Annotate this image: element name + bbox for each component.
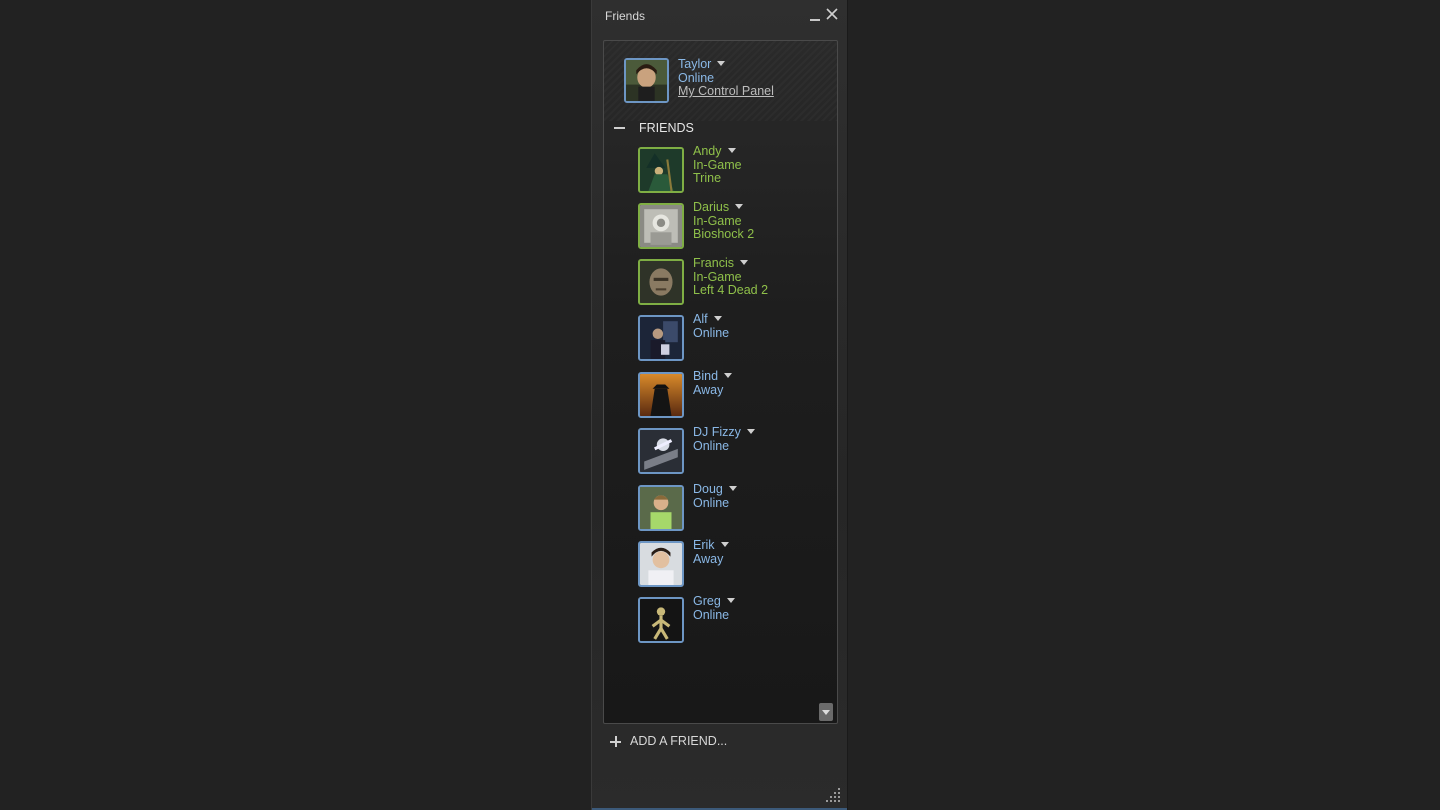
chevron-down-icon[interactable] <box>727 148 736 153</box>
friend-text: Darius In-Game Bioshock 2 <box>693 200 755 242</box>
chevron-down-icon[interactable] <box>717 61 726 66</box>
avatar[interactable] <box>638 428 684 474</box>
avatar[interactable] <box>638 485 684 531</box>
chevron-down-icon[interactable] <box>724 373 733 378</box>
friend-text: Andy In-Game Trine <box>693 144 742 186</box>
avatar[interactable] <box>638 203 684 249</box>
plus-icon <box>610 736 621 747</box>
friend-dj-fizzy[interactable]: DJ Fizzy Online <box>638 425 828 474</box>
friend-status: Online <box>693 495 730 510</box>
resize-grip-icon[interactable] <box>826 788 842 804</box>
collapse-icon[interactable] <box>614 127 625 129</box>
friends-group-header[interactable]: FRIENDS <box>614 121 824 135</box>
friend-doug[interactable]: Doug Online <box>638 482 828 531</box>
friend-name: Doug <box>693 482 723 496</box>
friend-name-row: Alf <box>693 312 729 327</box>
friend-text: Francis In-Game Left 4 Dead 2 <box>693 256 769 298</box>
friend-text: Greg Online <box>693 594 735 622</box>
friend-andy[interactable]: Andy In-Game Trine <box>638 144 828 193</box>
avatar[interactable] <box>638 541 684 587</box>
friend-name-row: Doug <box>693 482 737 497</box>
friend-status: Online <box>693 325 730 340</box>
friend-name: Bind <box>693 369 719 383</box>
friend-game: Left 4 Dead 2 <box>693 283 769 297</box>
friend-name-row: Erik <box>693 538 729 553</box>
friend-status: Online <box>693 607 730 622</box>
my-control-panel-link[interactable]: My Control Panel <box>678 84 837 99</box>
chevron-down-icon[interactable] <box>735 204 744 209</box>
my-name: Taylor <box>678 57 712 71</box>
friend-bind[interactable]: Bind Away <box>638 369 828 418</box>
group-label: FRIENDS <box>639 121 694 135</box>
friend-name: Erik <box>693 538 715 552</box>
avatar[interactable] <box>638 259 684 305</box>
friends-list-panel: Taylor Online My Control Panel FRIENDS A… <box>603 40 838 724</box>
friend-name: Greg <box>693 594 721 608</box>
friend-text: Doug Online <box>693 482 737 510</box>
chevron-down-icon[interactable] <box>728 486 737 491</box>
friend-francis[interactable]: Francis In-Game Left 4 Dead 2 <box>638 256 828 305</box>
chevron-down-icon[interactable] <box>746 429 755 434</box>
title-bar[interactable]: Friends <box>592 0 847 36</box>
my-profile-text: Taylor Online My Control Panel <box>678 57 837 99</box>
scroll-down-button[interactable] <box>819 703 833 721</box>
friend-name-row: Darius <box>693 200 754 215</box>
avatar[interactable] <box>638 147 684 193</box>
minimize-icon[interactable] <box>807 6 823 22</box>
close-icon[interactable] <box>824 6 840 22</box>
friend-alf[interactable]: Alf Online <box>638 312 828 361</box>
friend-status: Away <box>693 382 724 397</box>
chevron-down-icon[interactable] <box>713 316 722 321</box>
friend-status: In-Game <box>693 157 742 172</box>
avatar[interactable] <box>638 315 684 361</box>
friend-name-row: DJ Fizzy <box>693 425 755 440</box>
my-name-row[interactable]: Taylor <box>678 57 837 72</box>
window-title: Friends <box>605 9 646 23</box>
friend-erik[interactable]: Erik Away <box>638 538 828 587</box>
friend-text: Alf Online <box>693 312 730 340</box>
friends-window: Friends Taylor Online My Control Panel F… <box>591 0 848 810</box>
avatar[interactable] <box>638 597 684 643</box>
friend-name: Andy <box>693 144 722 158</box>
friend-darius[interactable]: Darius In-Game Bioshock 2 <box>638 200 828 249</box>
friend-status: Away <box>693 551 724 566</box>
friend-name-row: Andy <box>693 144 742 159</box>
avatar[interactable] <box>638 372 684 418</box>
my-avatar[interactable] <box>624 58 669 103</box>
friend-game: Trine <box>693 171 722 185</box>
friend-name-row: Bind <box>693 369 733 384</box>
friend-text: DJ Fizzy Online <box>693 425 755 453</box>
friend-name: DJ Fizzy <box>693 425 741 439</box>
chevron-down-icon[interactable] <box>739 260 748 265</box>
friend-status: Online <box>693 438 730 453</box>
friend-greg[interactable]: Greg Online <box>638 594 828 643</box>
friend-text: Bind Away <box>693 369 733 397</box>
friend-text: Erik Away <box>693 538 729 566</box>
friend-name: Francis <box>693 256 734 270</box>
friend-name-row: Greg <box>693 594 735 609</box>
add-friend-label: ADD A FRIEND... <box>630 734 728 748</box>
add-friend-button[interactable]: ADD A FRIEND... <box>610 734 770 750</box>
friend-name: Alf <box>693 312 708 326</box>
chevron-down-icon[interactable] <box>726 598 735 603</box>
friend-status: In-Game <box>693 269 742 284</box>
my-status: Online <box>678 70 715 85</box>
friend-name-row: Francis <box>693 256 768 271</box>
friend-status: In-Game <box>693 213 742 228</box>
chevron-down-icon[interactable] <box>720 542 729 547</box>
friend-name: Darius <box>693 200 730 214</box>
friend-game: Bioshock 2 <box>693 227 755 241</box>
